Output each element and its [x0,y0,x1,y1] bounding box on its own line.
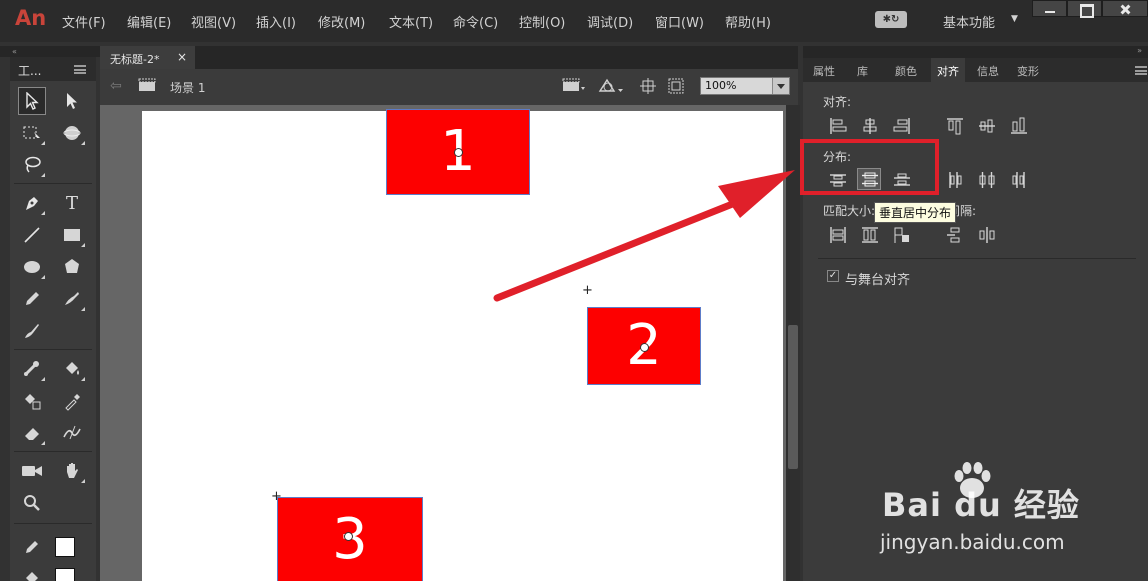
baidu-watermark: Bai du 经验 jingyan.baidu.com [870,452,1130,562]
animate-window: An 文件(F) 编辑(E) 视图(V) 插入(I) 修改(M) 文本(T) 命… [0,0,1148,581]
watermark-url: jingyan.baidu.com [880,530,1065,554]
watermark-brand: Bai du 经验 [882,486,1080,524]
